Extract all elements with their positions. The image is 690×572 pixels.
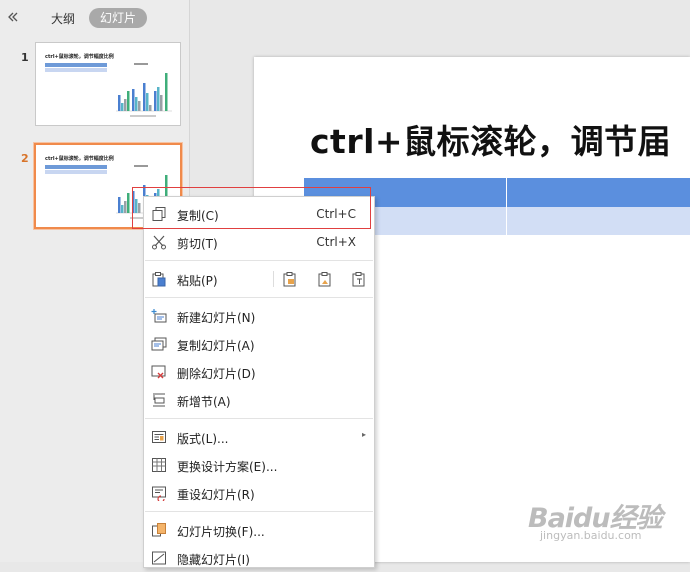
menu-item-label: 幻灯片切换(F)... [177, 525, 265, 539]
menu-item-cut[interactable]: 剪切(T) Ctrl+X [144, 228, 374, 256]
design-scheme-icon [151, 457, 167, 473]
shortcut-label: Ctrl+X [316, 235, 356, 249]
menu-item-label: 新建幻灯片(N) [177, 311, 256, 325]
menu-divider [273, 271, 274, 287]
copy-icon [151, 206, 167, 222]
new-slide-icon [151, 308, 167, 324]
tab-outline[interactable]: 大纲 [51, 10, 75, 27]
menu-item-label: 复制幻灯片(A) [177, 339, 255, 353]
menu-separator [145, 297, 373, 298]
menu-item-delete-slide[interactable]: 删除幻灯片(D) [144, 358, 374, 386]
delete-slide-icon [151, 364, 167, 380]
thumbnail-table-header [45, 63, 107, 67]
menu-item-label: 更换设计方案(E)... [177, 460, 278, 474]
menu-item-label: 删除幻灯片(D) [177, 367, 256, 381]
slide-transition-icon [151, 522, 167, 538]
paste-as-picture-icon[interactable] [317, 271, 333, 287]
menu-item-label: 隐藏幻灯片(I) [177, 553, 250, 567]
paste-keep-format-icon[interactable] [282, 271, 298, 287]
thumbnail-title: ctrl+鼠标滚轮，调节幅度比例 [45, 54, 114, 60]
reset-slide-icon [151, 485, 167, 503]
tab-slides[interactable]: 幻灯片 [89, 8, 148, 28]
menu-item-new-slide[interactable]: 新建幻灯片(N) [144, 302, 374, 330]
duplicate-slide-icon [151, 336, 167, 352]
menu-item-label: 复制(C) [177, 209, 219, 223]
menu-item-layout[interactable]: 版式(L)... ▸ [144, 423, 374, 451]
menu-item-add-section[interactable]: 新增节(A) [144, 386, 374, 414]
menu-item-label: 版式(L)... [177, 432, 229, 446]
table-column-divider [506, 178, 507, 235]
menu-item-label: 新增节(A) [177, 395, 231, 409]
menu-item-copy[interactable]: 复制(C) Ctrl+C [144, 200, 374, 228]
layout-icon [151, 429, 167, 445]
menu-item-hide-slide[interactable]: 隐藏幻灯片(I) [144, 544, 374, 572]
double-chevron-left-icon[interactable] [5, 9, 21, 25]
paste-icon [151, 271, 167, 287]
menu-item-reset-slide[interactable]: 重设幻灯片(R) [144, 479, 374, 507]
shortcut-label: Ctrl+C [316, 207, 356, 221]
slide-title[interactable]: ctrl+鼠标滚轮，调节届 [310, 115, 671, 163]
menu-separator [145, 260, 373, 261]
thumbnail-table-row [45, 170, 107, 174]
menu-item-duplicate-slide[interactable]: 复制幻灯片(A) [144, 330, 374, 358]
slide-number: 1 [21, 51, 29, 64]
thumbnail-table-row [45, 68, 107, 72]
menu-item-slide-transition[interactable]: 幻灯片切换(F)... [144, 516, 374, 544]
add-section-icon [151, 392, 167, 408]
submenu-arrow-icon: ▸ [361, 430, 366, 439]
hide-slide-icon [151, 550, 167, 566]
slide-thumbnail-1[interactable]: ctrl+鼠标滚轮，调节幅度比例 [35, 42, 181, 126]
context-menu: 复制(C) Ctrl+C 剪切(T) Ctrl+X 粘贴(P) 新建幻灯片(N)… [143, 196, 375, 568]
thumbnail-table-header [45, 165, 107, 169]
menu-item-paste[interactable]: 粘贴(P) [144, 265, 374, 293]
watermark-url: jingyan.baidu.com [540, 529, 642, 542]
menu-separator [145, 511, 373, 512]
menu-separator [145, 418, 373, 419]
menu-item-label: 剪切(T) [177, 237, 218, 251]
thumbnail-chart [112, 61, 174, 119]
scissors-icon [151, 234, 167, 250]
menu-item-change-design[interactable]: 更换设计方案(E)... [144, 451, 374, 479]
menu-item-label: 重设幻灯片(R) [177, 488, 255, 502]
watermark: Baidu经验 jingyan.baidu.com [528, 496, 663, 542]
paste-text-only-icon[interactable] [351, 271, 367, 287]
thumbnail-title: ctrl+鼠标滚轮，调节幅度比例 [45, 156, 114, 162]
menu-item-label: 粘贴(P) [177, 274, 218, 288]
slide-number: 2 [21, 152, 29, 165]
